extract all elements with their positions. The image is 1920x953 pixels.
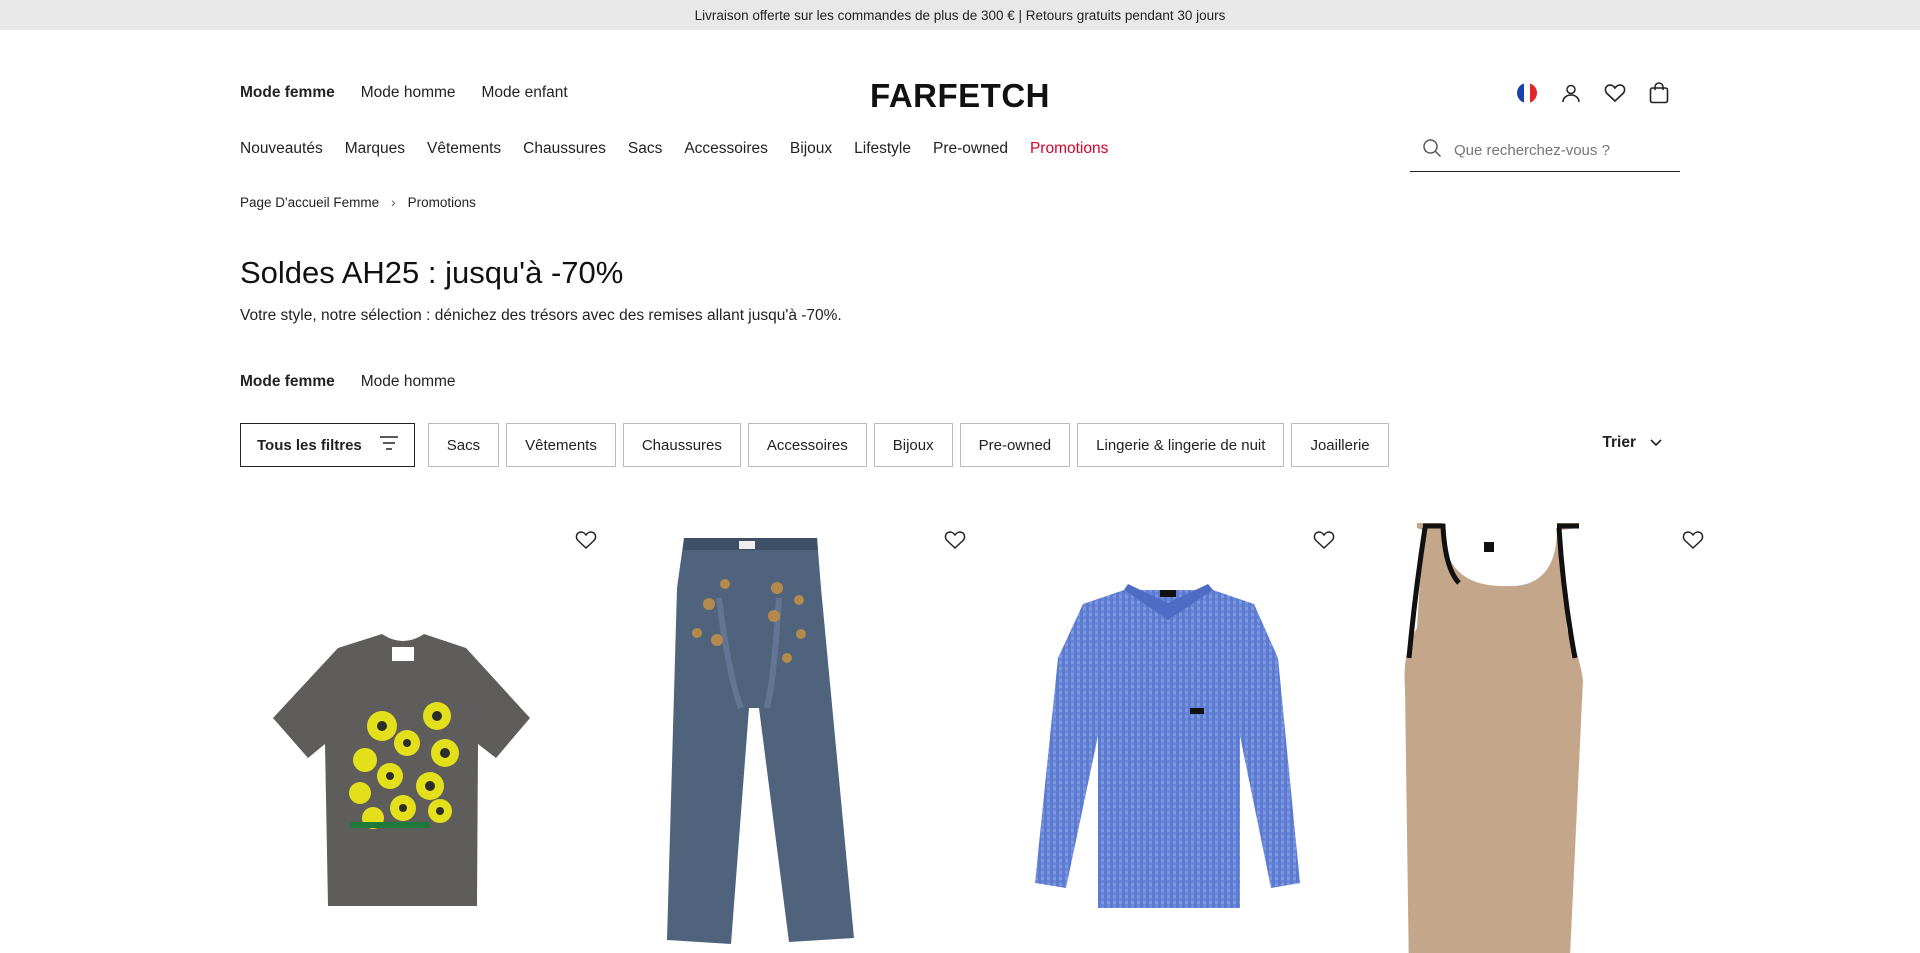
- filter-chip-sacs[interactable]: Sacs: [427, 423, 500, 467]
- search-icon[interactable]: [1422, 138, 1442, 163]
- promo-text: Livraison offerte sur les commandes de p…: [694, 7, 1226, 23]
- product-image-tshirt[interactable]: [240, 508, 609, 953]
- page-subtitle: Votre style, notre sélection : dénichez …: [240, 307, 842, 324]
- nav-lifestyle[interactable]: Lifestyle: [854, 140, 911, 158]
- header: Mode femme Mode homme Mode enfant FARFET…: [0, 30, 1920, 953]
- product-card[interactable]: [240, 508, 609, 953]
- product-card[interactable]: [609, 508, 978, 953]
- all-filters-button[interactable]: Tous les filtres: [240, 423, 415, 467]
- sort-button[interactable]: Trier: [1602, 434, 1662, 452]
- product-image-dress[interactable]: [1347, 508, 1716, 953]
- nav-chaussures[interactable]: Chaussures: [523, 140, 606, 158]
- wishlist-heart-icon[interactable]: [944, 530, 966, 555]
- product-image-jeans[interactable]: [609, 508, 978, 953]
- filter-chip-lingerie[interactable]: Lingerie & lingerie de nuit: [1077, 423, 1285, 467]
- gender-tabs: Mode femme Mode homme: [240, 373, 456, 391]
- wishlist-heart-icon[interactable]: [1313, 530, 1335, 555]
- farfetch-logo[interactable]: FARFETCH: [870, 77, 1050, 115]
- wishlist-heart-icon[interactable]: [1604, 82, 1626, 104]
- france-flag-icon[interactable]: [1516, 82, 1538, 104]
- breadcrumb-current[interactable]: Promotions: [408, 195, 476, 210]
- nav-marques[interactable]: Marques: [345, 140, 405, 158]
- chevron-down-icon: [1650, 434, 1662, 452]
- filter-chip-bijoux[interactable]: Bijoux: [873, 423, 953, 467]
- gender-nav: Mode femme Mode homme Mode enfant: [240, 84, 568, 102]
- nav-mode-femme[interactable]: Mode femme: [240, 84, 335, 102]
- page-title: Soldes AH25 : jusqu'à -70%: [240, 255, 624, 290]
- account-icon[interactable]: [1560, 82, 1582, 104]
- nav-accessoires[interactable]: Accessoires: [684, 140, 768, 158]
- product-card[interactable]: [978, 508, 1347, 953]
- nav-mode-enfant[interactable]: Mode enfant: [482, 84, 568, 102]
- nav-mode-homme[interactable]: Mode homme: [361, 84, 456, 102]
- all-filters-label: Tous les filtres: [257, 436, 362, 454]
- filter-chip-pre-owned[interactable]: Pre-owned: [959, 423, 1071, 467]
- product-card[interactable]: [1347, 508, 1716, 953]
- main-nav: Nouveautés Marques Vêtements Chaussures …: [240, 140, 1130, 158]
- tab-mode-femme[interactable]: Mode femme: [240, 373, 335, 391]
- filter-chip-vetements[interactable]: Vêtements: [506, 423, 616, 467]
- header-icons: [1516, 82, 1670, 104]
- nav-nouveautes[interactable]: Nouveautés: [240, 140, 323, 158]
- sort-label: Trier: [1602, 434, 1636, 451]
- breadcrumb-separator: ›: [391, 195, 396, 210]
- nav-bijoux[interactable]: Bijoux: [790, 140, 832, 158]
- filter-chip-joaillerie[interactable]: Joaillerie: [1291, 423, 1389, 467]
- breadcrumb-home[interactable]: Page D'accueil Femme: [240, 195, 379, 210]
- search-input[interactable]: [1454, 142, 1654, 159]
- product-image-shirt[interactable]: [978, 508, 1347, 953]
- tab-mode-homme[interactable]: Mode homme: [361, 373, 456, 391]
- filter-chip-chaussures[interactable]: Chaussures: [622, 423, 741, 467]
- nav-vetements[interactable]: Vêtements: [427, 140, 501, 158]
- filter-lines-icon: [379, 435, 398, 455]
- nav-promotions[interactable]: Promotions: [1030, 140, 1108, 158]
- nav-sacs[interactable]: Sacs: [628, 140, 662, 158]
- search-bar[interactable]: [1410, 130, 1680, 172]
- wishlist-heart-icon[interactable]: [1682, 530, 1704, 555]
- wishlist-heart-icon[interactable]: [575, 530, 597, 555]
- filter-bar: Tous les filtres Sacs Vêtements Chaussur…: [240, 423, 1389, 467]
- promo-bar: Livraison offerte sur les commandes de p…: [0, 0, 1920, 30]
- nav-pre-owned[interactable]: Pre-owned: [933, 140, 1008, 158]
- shopping-bag-icon[interactable]: [1648, 82, 1670, 104]
- product-grid: [240, 508, 1716, 953]
- breadcrumb: Page D'accueil Femme › Promotions: [240, 195, 476, 210]
- filter-chip-accessoires[interactable]: Accessoires: [747, 423, 867, 467]
